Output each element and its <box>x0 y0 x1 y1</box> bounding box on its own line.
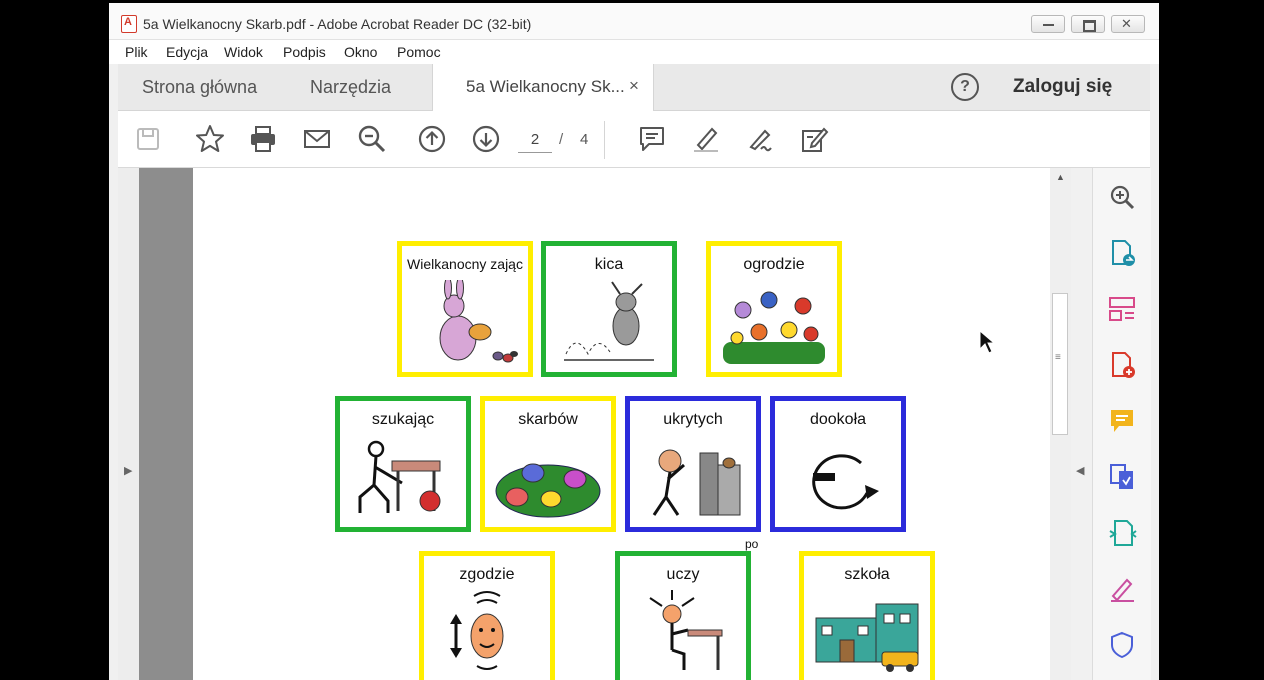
zoom-in-icon[interactable] <box>1107 182 1137 212</box>
around-arrow-picture <box>812 454 879 510</box>
menu-widok[interactable]: Widok <box>224 44 263 60</box>
hidden-treasure-eggs-picture <box>495 463 601 518</box>
symbol-card: zgodzie <box>419 551 555 680</box>
highlight-icon[interactable] <box>690 123 722 155</box>
card-label: szkoła <box>844 566 890 583</box>
symbol-card: uczy <box>615 551 751 680</box>
tab-document[interactable]: 5a Wielkanocny Sk... × <box>432 64 654 111</box>
help-icon[interactable]: ? <box>951 73 979 101</box>
document-area: Wielkanocny zając kica ogrodzie po szuka… <box>139 168 1057 680</box>
toolbar-divider <box>604 121 605 159</box>
symbol-card: Wielkanocny zając <box>397 241 533 377</box>
sign-icon[interactable] <box>745 123 777 155</box>
searching-person-picture <box>358 440 441 513</box>
menu-bar: Plik Edycja Widok Podpis Okno Pomoc <box>109 40 1159 64</box>
protect-icon[interactable] <box>1107 630 1137 660</box>
expand-left-pane-icon[interactable]: ▶ <box>124 464 132 477</box>
zoom-out-icon[interactable] <box>356 123 388 155</box>
menu-okno[interactable]: Okno <box>344 44 377 60</box>
mail-icon[interactable] <box>301 123 333 155</box>
tab-tools[interactable]: Narzędzia <box>310 77 391 98</box>
create-pdf-icon[interactable] <box>1107 350 1137 380</box>
symbol-card: szukając <box>335 396 471 532</box>
tools-pane <box>1092 168 1151 680</box>
mouse-cursor <box>979 330 996 354</box>
card-label: uczy <box>666 566 700 583</box>
menu-podpis[interactable]: Podpis <box>283 44 326 60</box>
card-label: kica <box>594 256 624 273</box>
maximize-button[interactable] <box>1071 15 1105 33</box>
rabbit-picture <box>439 280 518 363</box>
close-tab-icon[interactable]: × <box>629 76 639 96</box>
page-separator: / <box>559 131 564 148</box>
sign-in-button[interactable]: Zaloguj się <box>1013 76 1112 98</box>
acrobat-window: A 5a Wielkanocny Skarb.pdf - Adobe Acrob… <box>109 3 1159 680</box>
agreeing-face-picture <box>450 591 504 670</box>
symbol-card: ukrytych <box>625 396 761 532</box>
page-text-fragment: po <box>745 537 759 551</box>
learning-person-picture <box>649 590 723 670</box>
scrollbar-thumb[interactable]: ≡ <box>1052 293 1068 435</box>
card-label: ukrytych <box>663 411 723 428</box>
symbol-card: szkoła <box>799 551 935 680</box>
card-label: dookoła <box>809 411 867 428</box>
menu-pomoc[interactable]: Pomoc <box>397 44 441 60</box>
card-label: zgodzie <box>459 566 515 583</box>
menu-edycja[interactable]: Edycja <box>166 44 208 60</box>
edit-form-icon[interactable] <box>798 123 830 155</box>
vertical-scrollbar[interactable]: ▲ ≡ <box>1050 168 1071 680</box>
pdf-page: Wielkanocny zając kica ogrodzie po szuka… <box>193 168 1057 680</box>
send-for-review-icon[interactable] <box>1107 462 1137 492</box>
export-pdf-icon[interactable] <box>1107 238 1137 268</box>
collapse-right-pane-icon[interactable]: ◀ <box>1076 464 1084 477</box>
star-icon[interactable] <box>194 123 226 155</box>
pdf-app-icon: A <box>121 15 137 33</box>
page-number-input[interactable]: 2 <box>518 128 552 153</box>
left-pane-toggle[interactable]: ▶ <box>118 168 139 680</box>
print-icon[interactable] <box>247 123 279 155</box>
scroll-up-icon[interactable]: ▲ <box>1056 172 1065 182</box>
title-bar: A 5a Wielkanocny Skarb.pdf - Adobe Acrob… <box>109 3 1159 40</box>
menu-plik[interactable]: Plik <box>125 44 148 60</box>
comment-pane-icon[interactable] <box>1107 406 1137 436</box>
document-tab-label: 5a Wielkanocny Sk... <box>466 77 625 96</box>
tab-bar: Strona główna Narzędzia 5a Wielkanocny S… <box>118 64 1150 111</box>
page-total: 4 <box>580 131 589 148</box>
right-pane-toggle[interactable]: ◀ <box>1071 168 1092 680</box>
window-title: 5a Wielkanocny Skarb.pdf - Adobe Acrobat… <box>143 16 532 32</box>
school-building-picture <box>815 603 919 672</box>
page-down-icon[interactable] <box>470 123 502 155</box>
card-label: Wielkanocny zając <box>407 256 523 272</box>
page-up-icon[interactable] <box>416 123 448 155</box>
compress-icon[interactable] <box>1107 518 1137 548</box>
toolbar: 2 / 4 <box>118 111 1150 168</box>
comment-icon[interactable] <box>636 123 668 155</box>
card-label: ogrodzie <box>743 256 805 273</box>
hopping-rabbit-picture <box>564 281 654 361</box>
save-icon[interactable] <box>132 123 164 155</box>
card-label: skarbów <box>518 411 578 428</box>
close-window-button[interactable]: ✕ <box>1111 15 1145 33</box>
symbol-card: kica <box>541 241 677 377</box>
minimize-button[interactable] <box>1031 15 1065 33</box>
garden-flowers-picture <box>723 291 825 364</box>
tab-home[interactable]: Strona główna <box>142 77 257 98</box>
hiding-person-picture <box>652 449 741 516</box>
symbol-card: dookoła <box>770 396 906 532</box>
symbol-card: skarbów <box>480 396 616 532</box>
card-label: szukając <box>371 411 435 428</box>
organize-pages-icon[interactable] <box>1107 294 1137 324</box>
fill-sign-icon[interactable] <box>1107 574 1137 604</box>
symbol-card: ogrodzie <box>706 241 842 377</box>
